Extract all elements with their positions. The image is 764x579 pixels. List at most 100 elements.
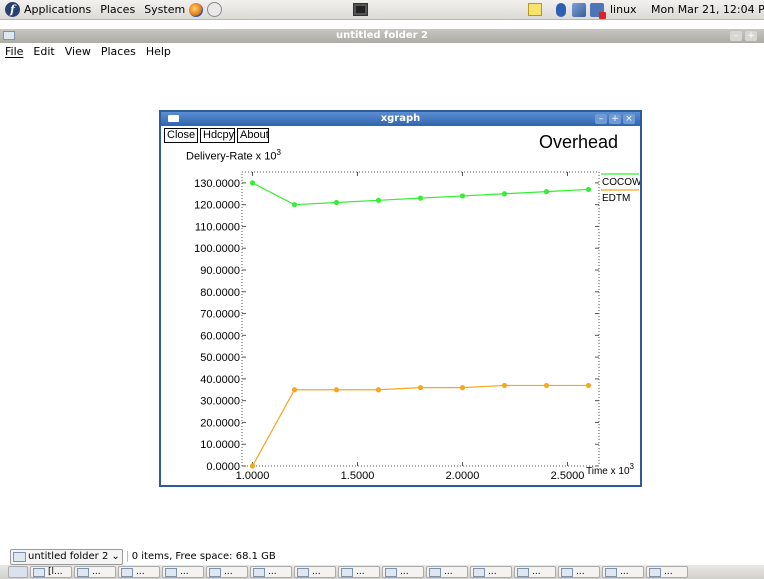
data-point [249, 463, 256, 469]
window-icon [77, 567, 89, 577]
taskbar-item-label: ... [400, 567, 409, 577]
y-tick-label: 20.0000 [200, 417, 240, 429]
x-tick-label: 2.5000 [551, 470, 585, 482]
taskbar-item[interactable]: ... [118, 566, 160, 578]
menubar: File Edit View Places Help [0, 43, 764, 60]
status-text: 0 items, Free space: 68.1 GB [126, 551, 276, 562]
taskbar-item[interactable]: ... [602, 566, 644, 578]
window-icon [649, 567, 661, 577]
taskbar-item[interactable]: ... [338, 566, 380, 578]
window-icon [33, 567, 45, 577]
taskbar-item-label: ... [180, 567, 189, 577]
location-combo[interactable]: untitled folder 2 ⌄ [10, 548, 123, 565]
x-axis-label: Time x 103 [586, 462, 635, 477]
data-point [333, 199, 340, 206]
taskbar-item-label: ... [576, 567, 585, 577]
data-point [249, 180, 256, 186]
x-tick-label: 1.5000 [341, 470, 375, 482]
data-point [291, 202, 298, 208]
taskbar-item-label: ... [444, 567, 453, 577]
mail-icon[interactable] [207, 2, 223, 17]
window-icon [209, 567, 221, 577]
taskbar-item-label: ... [620, 567, 629, 577]
show-desktop-icon[interactable] [8, 566, 28, 578]
menu-edit[interactable]: Edit [33, 45, 54, 58]
series-line [252, 182, 589, 206]
location-label: untitled folder 2 [28, 551, 109, 562]
bluetooth-icon[interactable] [556, 3, 566, 17]
y-tick-label: 10.0000 [200, 439, 240, 451]
data-point [543, 382, 550, 389]
y-tick-label: 40.0000 [200, 374, 240, 386]
taskbar-item[interactable]: ... [426, 566, 468, 578]
window-icon [517, 567, 529, 577]
notes-icon[interactable] [528, 3, 542, 16]
series-line [251, 384, 589, 467]
firefox-icon[interactable] [189, 2, 204, 17]
maximize-icon[interactable]: + [745, 31, 757, 41]
user-name[interactable]: linux [610, 3, 637, 16]
data-point [333, 387, 340, 393]
y-tick-label: 130.0000 [194, 178, 240, 190]
taskbar-item[interactable]: ... [206, 566, 248, 578]
system-menu[interactable]: System [144, 3, 185, 16]
window-icon [121, 567, 133, 577]
clock[interactable]: Mon Mar 21, 12:04 PM [651, 3, 764, 16]
taskbar-item[interactable]: ... [646, 566, 688, 578]
taskbar-item[interactable]: ... [162, 566, 204, 578]
window-icon [253, 567, 265, 577]
network-icon[interactable] [572, 3, 586, 17]
places-menu[interactable]: Places [100, 3, 135, 16]
menu-help[interactable]: Help [146, 45, 171, 58]
window-icon [605, 567, 617, 577]
taskbar-item[interactable]: ... [74, 566, 116, 578]
menu-view[interactable]: View [65, 45, 91, 58]
taskbar-item[interactable]: [l... [30, 566, 72, 578]
taskbar-item[interactable]: ... [470, 566, 512, 578]
taskbar-item[interactable]: ... [294, 566, 336, 578]
window-icon [165, 567, 177, 577]
data-point [585, 186, 592, 193]
legend-label: COCOW [602, 177, 640, 188]
data-point [417, 195, 424, 201]
taskbar-item[interactable]: ... [250, 566, 292, 578]
taskbar-item-label: ... [92, 567, 101, 577]
update-notifier-icon[interactable] [590, 3, 606, 19]
task-list: [l......................................… [28, 566, 688, 578]
x-axis-label-text: Time x 10 [586, 466, 630, 477]
data-point [543, 189, 550, 195]
taskbar-item-label: ... [268, 567, 277, 577]
y-tick-label: 110.0000 [195, 221, 240, 233]
taskbar-item[interactable]: ... [558, 566, 600, 578]
applications-menu[interactable]: Applications [24, 3, 91, 16]
legend-label: EDTM [602, 193, 630, 204]
y-tick-label: 80.0000 [200, 287, 240, 299]
y-tick-label: 100.0000 [194, 243, 240, 255]
data-point [417, 385, 424, 391]
taskbar: [l......................................… [0, 565, 764, 579]
data-point [501, 382, 508, 389]
top-panel: f Applications Places System linux Mon M… [0, 0, 764, 20]
data-point [501, 191, 508, 197]
taskbar-item-label: [l... [48, 567, 63, 577]
taskbar-item-label: ... [532, 567, 541, 577]
file-manager-titlebar[interactable]: untitled folder 2 – + [0, 29, 764, 43]
fedora-logo-icon[interactable]: f [5, 2, 20, 17]
menu-places[interactable]: Places [101, 45, 136, 58]
x-tick-label: 2.0000 [446, 470, 480, 482]
taskbar-item[interactable]: ... [514, 566, 556, 578]
y-tick-label: 30.0000 [200, 396, 240, 408]
folder-icon [13, 551, 26, 562]
menu-file[interactable]: File [5, 45, 23, 58]
plot-area: 0.000010.000020.000030.000040.000050.000… [194, 171, 640, 482]
window-icon [473, 567, 485, 577]
terminal-icon[interactable] [353, 3, 368, 16]
chevron-down-icon: ⌄ [111, 551, 120, 562]
y-tick-label: 60.0000 [200, 330, 240, 342]
taskbar-item-label: ... [488, 567, 497, 577]
minimize-icon[interactable]: – [730, 31, 742, 41]
data-point [375, 387, 382, 393]
taskbar-item-label: ... [356, 567, 365, 577]
taskbar-item[interactable]: ... [382, 566, 424, 578]
taskbar-item-label: ... [664, 567, 673, 577]
